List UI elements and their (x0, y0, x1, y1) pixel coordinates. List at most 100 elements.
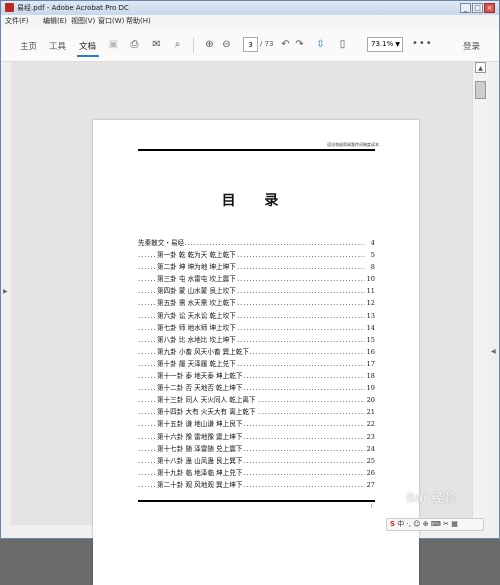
menu-edit[interactable]: 编辑(E) (43, 16, 67, 27)
toc-entry-page: 17 (365, 357, 375, 370)
toc-entry-page: 21 (365, 406, 375, 419)
pdf-page: 语法和极简易惠传词制度读本 目 录 ......................… (93, 120, 419, 585)
page-total: / 73 (260, 40, 274, 48)
search-icon[interactable]: ⌕ (171, 39, 184, 51)
sign-in-button[interactable]: 登录 (463, 40, 480, 52)
page-icon[interactable]: ▯ (336, 39, 349, 51)
fit-page-icon[interactable]: ⇳ (314, 39, 327, 51)
acrobat-app-icon (5, 3, 14, 12)
page-number-input[interactable]: 3 (243, 37, 258, 52)
toc-entry-page: 18 (365, 370, 375, 383)
tab-tools[interactable]: 工具 (49, 40, 66, 52)
toc-entry[interactable]: ........................................… (138, 261, 375, 274)
prev-page-icon[interactable]: ⊕ (203, 39, 216, 51)
toc-entry-page: 12 (365, 297, 375, 310)
next-page-icon[interactable]: ⊖ (220, 39, 233, 51)
toc-entry-page: 13 (365, 309, 375, 322)
toc-entry-title: 第九卦 小畜 风天小畜 巽上乾下 (157, 347, 251, 356)
chevron-down-icon: ▼ (395, 41, 400, 48)
save-icon[interactable]: ▣ (107, 39, 120, 51)
rotate-left-icon[interactable]: ↶ (279, 39, 292, 51)
toc-entry[interactable]: ........................................… (138, 321, 375, 334)
toc-entry-page: 10 (365, 273, 375, 286)
toc-entry[interactable]: ........................................… (138, 345, 375, 358)
left-panel-toggle[interactable]: ▶ (1, 62, 11, 525)
menu-window[interactable]: 窗口(W) (98, 16, 124, 27)
ime-toolbar[interactable]: S 中 ·, ☺ ⊕ ⌨ ✂ ▦ (386, 518, 484, 531)
toc-entry[interactable]: ........................................… (138, 309, 375, 322)
toc-entry-title: 第十七卦 随 泽雷随 兑上震下 (157, 444, 244, 453)
more-tools-button[interactable]: ••• (412, 38, 433, 49)
toc-entry[interactable]: ........................................… (138, 237, 375, 249)
scroll-up-icon[interactable]: ▲ (475, 62, 486, 73)
vertical-scrollbar[interactable]: ▲ (472, 62, 488, 525)
toc-entry-page: 27 (365, 478, 375, 491)
toc-entry[interactable]: ........................................… (138, 466, 375, 479)
toc-entry[interactable]: ........................................… (138, 430, 375, 443)
toc-entry-title: 第三卦 屯 水雷屯 坎上震下 (157, 275, 237, 284)
scrollbar-thumb[interactable] (475, 81, 486, 99)
toc-entry[interactable]: ........................................… (138, 249, 375, 262)
acrobat-window: 易经.pdf - Adobe Acrobat Pro DC _ □ × 文件(F… (0, 0, 500, 585)
toolbar-divider (193, 37, 194, 53)
toc-entry-title: 第七卦 师 地水师 坤上坎下 (157, 323, 237, 332)
toc-entry[interactable]: ........................................… (138, 333, 375, 346)
toc-entry[interactable]: ........................................… (138, 370, 375, 383)
toc-entry-title: 第二卦 坤 坤为地 坤上坤下 (157, 263, 237, 272)
ime-status: 中 ·, ☺ ⊕ ⌨ ✂ ▦ (397, 520, 458, 528)
toc-entry-page: 24 (365, 442, 375, 455)
toc-entry-page: 20 (365, 394, 375, 407)
minimize-button[interactable]: _ (460, 3, 471, 13)
toc-entry-title: 先秦散文・易经 (138, 239, 186, 247)
mail-icon[interactable]: ✉ (150, 39, 163, 51)
header-rule (138, 149, 375, 151)
print-icon[interactable]: ⎙ (128, 39, 141, 51)
toc-entry-title: 第四卦 蒙 山水蒙 艮上坎下 (157, 287, 237, 296)
maximize-button[interactable]: □ (472, 3, 483, 13)
toc-entry[interactable]: ........................................… (138, 273, 375, 286)
right-panel-toggle[interactable]: ◀ (488, 62, 499, 525)
menu-view[interactable]: 视图(V) (71, 16, 95, 27)
toc-entry-title: 第十一卦 泰 地天泰 坤上乾下 (157, 372, 244, 381)
running-header: 语法和极简易惠传词制度读本 (327, 142, 379, 147)
menu-help[interactable]: 帮助(H) (126, 16, 151, 27)
toc-entry-page: 22 (365, 418, 375, 431)
tab-document[interactable]: 文档 (79, 40, 96, 52)
toc-entry[interactable]: ........................................… (138, 478, 375, 491)
close-button[interactable]: × (484, 3, 495, 13)
zoom-value: 73.1% (371, 40, 394, 48)
toc-entry[interactable]: ........................................… (138, 394, 375, 407)
toc-entry[interactable]: ........................................… (138, 454, 375, 467)
document-viewport[interactable]: 语法和极简易惠传词制度读本 目 录 ......................… (11, 62, 472, 585)
toc-title: 目 录 (221, 193, 291, 209)
toc-entry-page: 8 (369, 261, 375, 274)
toc-entry[interactable]: ........................................… (138, 442, 375, 455)
toc-entry-title: 第十八卦 蛊 山风蛊 艮上巽下 (157, 456, 244, 465)
toc-entry[interactable]: ........................................… (138, 418, 375, 431)
toc-entry-title: 第二十卦 观 风地观 巽上坤下 (157, 480, 244, 489)
chevron-right-icon: ▶ (3, 288, 8, 295)
rotate-right-icon[interactable]: ↷ (293, 39, 306, 51)
zoom-select[interactable]: 73.1% ▼ (367, 37, 403, 52)
active-tab-indicator (77, 55, 99, 57)
toc-entry[interactable]: ........................................… (138, 357, 375, 370)
toc-entry-page: 23 (365, 430, 375, 443)
menu-bar: 文件(F) 编辑(E) 视图(V) 窗口(W) 帮助(H) (1, 15, 499, 28)
toc-entry-page: 25 (365, 454, 375, 467)
toc-entry-page: 26 (365, 466, 375, 479)
footer-rule (138, 500, 375, 502)
toc-entry-title: 第十五卦 谦 地山谦 坤上艮下 (157, 420, 244, 429)
title-bar[interactable]: 易经.pdf - Adobe Acrobat Pro DC _ □ × (1, 1, 499, 15)
toc-entry[interactable]: ........................................… (138, 285, 375, 298)
toc-entry-title: 第八卦 比 水地比 坎上坤下 (157, 335, 237, 344)
menu-file[interactable]: 文件(F) (5, 16, 29, 27)
toc-entry-title: 第十九卦 临 地泽临 坤上兑下 (157, 468, 244, 477)
toc-entry[interactable]: ........................................… (138, 382, 375, 395)
toc-entry[interactable]: ........................................… (138, 406, 375, 419)
tab-home[interactable]: 主页 (20, 40, 37, 52)
toc-entry-title: 第十卦 履 天泽履 乾上兑下 (157, 359, 237, 368)
toc-entry-page: 16 (365, 345, 375, 358)
sogou-icon: S (390, 520, 396, 528)
toc-entry[interactable]: ........................................… (138, 297, 375, 310)
toc-entry-title: 第六卦 讼 天水讼 乾上坎下 (157, 311, 237, 320)
